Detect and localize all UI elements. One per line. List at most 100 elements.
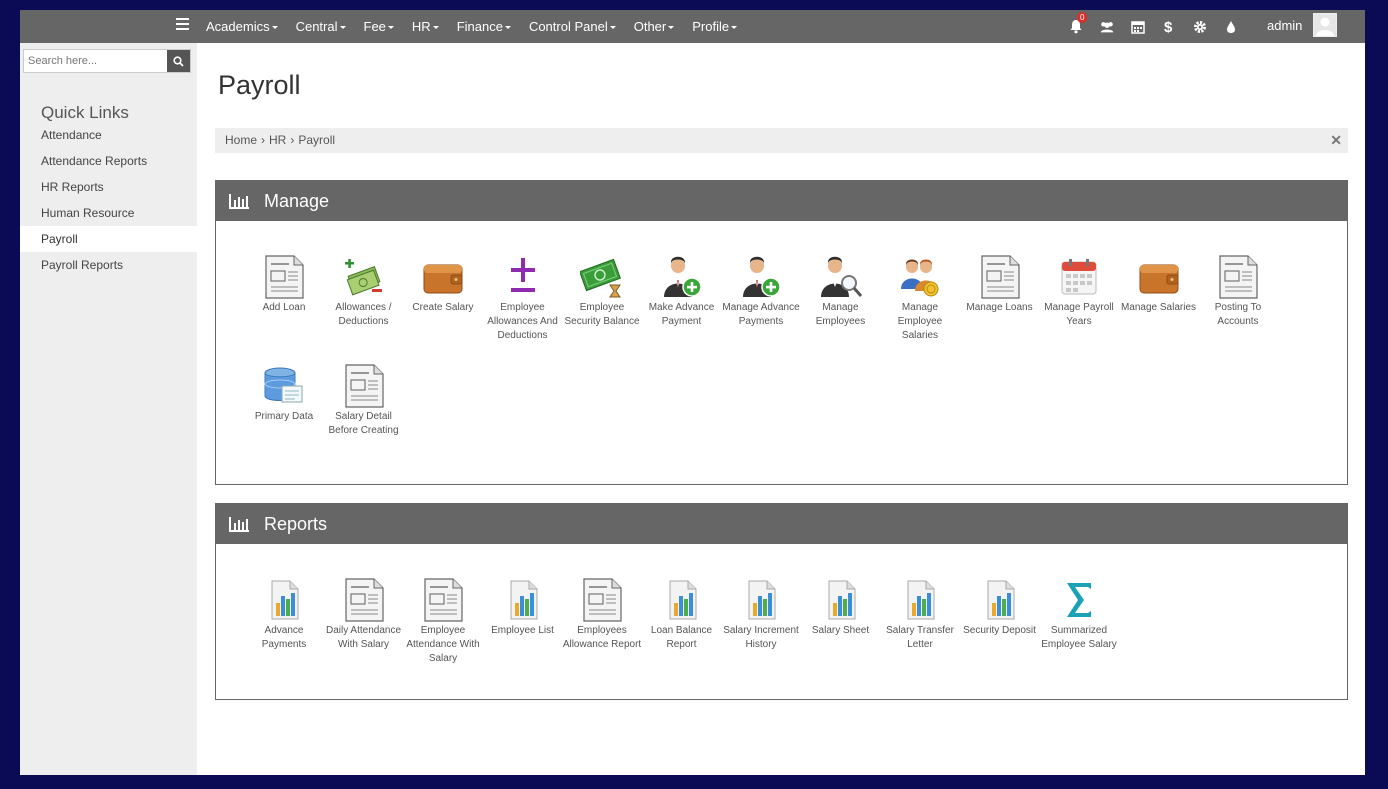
bar-chart-icon xyxy=(229,193,249,209)
bar-report-icon xyxy=(739,578,783,622)
plus-minus-icon xyxy=(501,255,545,299)
reports-tile-security-deposit[interactable]: Security Deposit xyxy=(960,578,1040,638)
dollar-icon[interactable]: $ xyxy=(1161,19,1177,35)
tile-label: Posting To Accounts xyxy=(1214,302,1262,327)
menu-label: Central xyxy=(295,19,338,34)
manage-tile-manage-payroll-years[interactable]: Manage Payroll Years xyxy=(1039,255,1119,329)
reports-tile-loan-balance-report[interactable]: Loan Balance Report xyxy=(642,578,722,652)
manage-tile-manage-employee-salaries[interactable]: Manage Employee Salaries xyxy=(880,255,960,343)
bar-chart-icon xyxy=(229,516,249,532)
menu-control-panel[interactable]: Control Panel xyxy=(529,19,616,34)
manage-tile-posting-to-accounts[interactable]: Posting To Accounts xyxy=(1198,255,1278,329)
quick-links-list: Attendance Attendance Reports HR Reports Hu… xyxy=(20,122,197,278)
close-icon[interactable]: ✕ xyxy=(1330,128,1342,153)
manage-tile-employee-security-balance[interactable]: Employee Security Balance xyxy=(562,255,642,329)
menu-finance[interactable]: Finance xyxy=(457,19,511,34)
avatar[interactable] xyxy=(1313,13,1337,37)
tile-label: Advance Payments xyxy=(261,625,307,650)
manage-panel-title: Manage xyxy=(264,190,330,211)
document-icon xyxy=(978,255,1022,299)
document-icon xyxy=(580,578,624,622)
bar-report-icon xyxy=(501,578,545,622)
reports-tile-employee-list[interactable]: Employee List xyxy=(483,578,563,638)
wallet-icon xyxy=(421,255,465,299)
document-icon xyxy=(342,578,386,622)
reports-tile-summarized-employee-salary[interactable]: Summarized Employee Salary xyxy=(1039,578,1119,652)
manage-tile-primary-data[interactable]: Primary Data xyxy=(244,364,324,424)
tile-label: Employee Attendance With Salary xyxy=(406,625,480,664)
users-icon[interactable] xyxy=(1099,19,1115,35)
tile-label: Primary Data xyxy=(254,411,314,422)
reports-tile-advance-payments[interactable]: Advance Payments xyxy=(244,578,324,652)
bar-report-icon xyxy=(898,578,942,622)
hamburger-menu-icon[interactable] xyxy=(176,18,189,32)
reports-tile-salary-transfer-letter[interactable]: Salary Transfer Letter xyxy=(880,578,960,652)
breadcrumb-hr[interactable]: HR xyxy=(269,133,286,147)
manage-tile-manage-loans[interactable]: Manage Loans xyxy=(960,255,1040,315)
main-menu: Academics Central Fee HR Finance Control Pane… xyxy=(206,10,755,43)
manage-tile-allowances-deductions[interactable]: Allowances / Deductions xyxy=(324,255,404,329)
tile-label: Employee Allowances And Deductions xyxy=(487,302,558,341)
tile-label: Manage Payroll Years xyxy=(1044,302,1114,327)
reports-tile-salary-increment-history[interactable]: Salary Increment History xyxy=(721,578,801,652)
quick-link-attendance-reports[interactable]: Attendance Reports xyxy=(20,148,197,174)
wallet-icon xyxy=(1137,255,1181,299)
tile-label: Create Salary xyxy=(412,302,474,313)
quick-links-title: Quick Links xyxy=(41,103,129,122)
bar-report-icon xyxy=(262,578,306,622)
search-icon xyxy=(173,55,184,67)
menu-label: HR xyxy=(411,19,431,34)
reports-tile-daily-attendance-with-salary[interactable]: Daily Attendance With Salary xyxy=(324,578,404,652)
tile-label: Manage Employee Salaries xyxy=(897,302,943,341)
quick-link-attendance[interactable]: Attendance xyxy=(20,122,197,148)
menu-label: Academics xyxy=(206,19,270,34)
bar-report-icon xyxy=(819,578,863,622)
bar-report-icon xyxy=(660,578,704,622)
database-icon xyxy=(262,364,306,408)
quick-link-hr-reports[interactable]: HR Reports xyxy=(20,174,197,200)
menu-hr[interactable]: HR xyxy=(412,19,439,34)
tile-label: Salary Detail Before Creating xyxy=(328,411,399,436)
manage-tile-add-loan[interactable]: Add Loan xyxy=(244,255,324,315)
document-icon xyxy=(262,255,306,299)
tint-icon[interactable] xyxy=(1223,19,1239,35)
reports-tile-employees-allowance-report[interactable]: Employees Allowance Report xyxy=(562,578,642,652)
menu-profile[interactable]: Profile xyxy=(692,19,738,34)
manage-tile-create-salary[interactable]: Create Salary xyxy=(403,255,483,315)
menu-academics[interactable]: Academics xyxy=(206,19,278,34)
caret-down-icon xyxy=(387,26,394,30)
menu-central[interactable]: Central xyxy=(296,19,346,34)
manage-tile-manage-salaries[interactable]: Manage Salaries xyxy=(1119,255,1199,315)
sigma-icon xyxy=(1057,578,1101,622)
reports-tile-employee-attendance-with-salary[interactable]: Employee Attendance With Salary xyxy=(403,578,483,666)
breadcrumb-separator: › xyxy=(261,133,266,147)
quick-link-human-resource[interactable]: Human Resource xyxy=(20,200,197,226)
quick-link-payroll-reports[interactable]: Payroll Reports xyxy=(20,252,197,278)
search-box xyxy=(23,49,191,73)
bell-icon[interactable]: 0 xyxy=(1068,11,1088,35)
tile-label: Salary Sheet xyxy=(811,625,870,636)
user-add-icon xyxy=(660,255,704,299)
manage-tile-manage-advance-payments[interactable]: Manage Advance Payments xyxy=(721,255,801,329)
calendar-icon[interactable] xyxy=(1130,19,1146,35)
user-add-icon xyxy=(739,255,783,299)
breadcrumb-current: Payroll xyxy=(298,133,336,147)
manage-tile-salary-detail-before-creating[interactable]: Salary Detail Before Creating xyxy=(324,364,404,438)
menu-other[interactable]: Other xyxy=(634,19,675,34)
calendar-icon xyxy=(1057,255,1101,299)
caret-down-icon xyxy=(271,26,278,30)
reports-tile-salary-sheet[interactable]: Salary Sheet xyxy=(801,578,881,638)
user-name[interactable]: admin xyxy=(1267,18,1302,33)
breadcrumb-home[interactable]: Home xyxy=(225,133,257,147)
manage-tile-employee-allowances-and-deductions[interactable]: Employee Allowances And Deductions xyxy=(483,255,563,343)
manage-tile-make-advance-payment[interactable]: Make Advance Payment xyxy=(642,255,722,329)
manage-tile-manage-employees[interactable]: Manage Employees xyxy=(801,255,881,329)
quick-link-payroll[interactable]: Payroll xyxy=(20,226,197,252)
tile-label: Salary Increment History xyxy=(723,625,799,650)
menu-fee[interactable]: Fee xyxy=(364,19,394,34)
notification-badge: 0 xyxy=(1077,11,1088,23)
tile-label: Manage Loans xyxy=(966,302,1033,313)
search-button[interactable] xyxy=(167,50,190,72)
gear-icon[interactable] xyxy=(1192,19,1208,35)
search-input[interactable] xyxy=(24,50,168,72)
